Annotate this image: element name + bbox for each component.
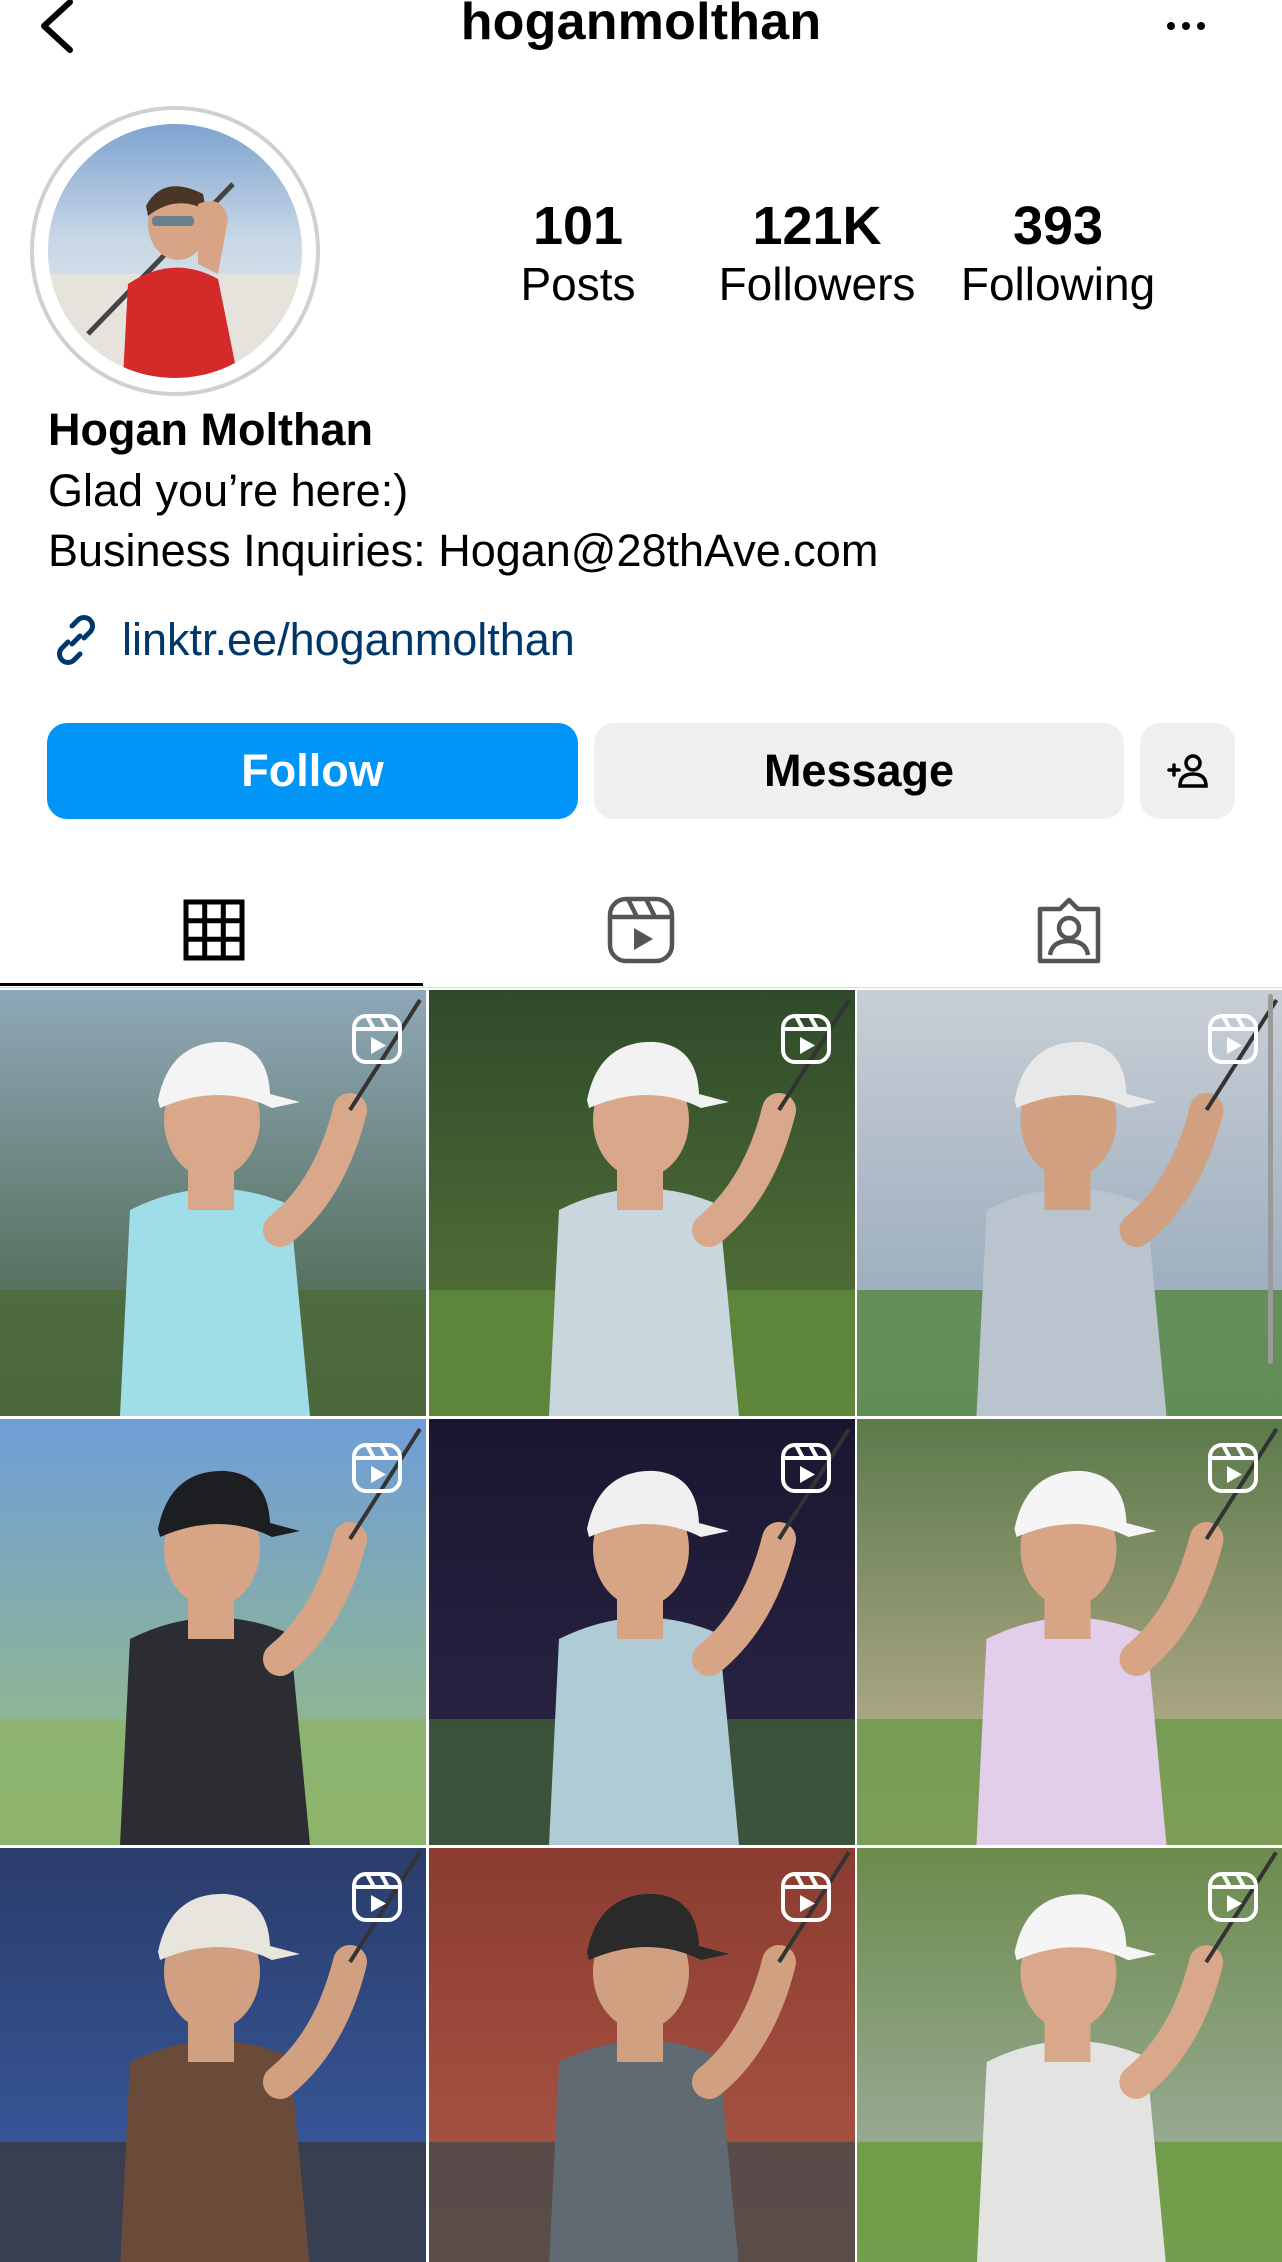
tab-divider — [0, 987, 1282, 988]
more-horizontal-icon — [1167, 22, 1175, 30]
profile-link[interactable]: linktr.ee/hoganmolthan — [48, 612, 575, 668]
grid-icon — [183, 899, 244, 961]
post-thumbnail[interactable] — [857, 1419, 1282, 1845]
reel-icon — [352, 1872, 402, 1922]
post-thumbnail[interactable] — [429, 990, 855, 1416]
bio-line: Glad you’re here:) — [48, 465, 409, 516]
reel-icon — [1208, 1872, 1258, 1922]
stat-following[interactable]: 393 Following — [938, 196, 1178, 312]
avatar[interactable] — [48, 124, 302, 378]
tab-grid[interactable] — [0, 870, 427, 990]
bio-line: Business Inquiries: Hogan@28thAve.com — [48, 525, 879, 576]
profile-name: Hogan Molthan — [48, 404, 373, 455]
stat-followers[interactable]: 121K Followers — [697, 196, 937, 312]
post-thumbnail[interactable] — [857, 1848, 1282, 2262]
reels-icon — [607, 896, 674, 964]
post-thumbnail[interactable] — [429, 1419, 855, 1845]
post-thumbnail[interactable] — [0, 990, 426, 1416]
stat-posts[interactable]: 101 Posts — [458, 196, 698, 312]
stat-posts-count: 101 — [532, 196, 624, 256]
tagged-icon — [1037, 897, 1100, 964]
profile-link-text: linktr.ee/hoganmolthan — [122, 614, 575, 665]
follow-button[interactable]: Follow — [47, 723, 578, 819]
reel-icon — [352, 1443, 402, 1493]
reel-icon — [781, 1014, 831, 1064]
tab-reels[interactable] — [427, 870, 854, 990]
stat-followers-count: 121K — [752, 196, 882, 256]
reel-icon — [781, 1872, 831, 1922]
reel-icon — [352, 1014, 402, 1064]
post-thumbnail[interactable] — [0, 1848, 426, 2262]
reel-icon — [781, 1443, 831, 1493]
profile-username: hoganmolthan — [460, 0, 822, 51]
link-icon — [57, 615, 95, 665]
stat-followers-label: Followers — [718, 258, 916, 310]
selected-tab-indicator — [0, 983, 423, 986]
message-button[interactable]: Message — [594, 723, 1124, 819]
more-options-button[interactable] — [1158, 8, 1214, 44]
suggested-users-button[interactable] — [1140, 723, 1235, 819]
post-thumbnail[interactable] — [0, 1419, 426, 1845]
post-thumbnail[interactable] — [857, 990, 1282, 1416]
stat-following-label: Following — [960, 258, 1156, 310]
post-thumbnail[interactable] — [429, 1848, 855, 2262]
stat-posts-label: Posts — [520, 258, 636, 310]
reel-icon — [1208, 1014, 1258, 1064]
reel-icon — [1208, 1443, 1258, 1493]
scrollbar[interactable] — [1268, 994, 1273, 1364]
add-user-icon — [1166, 754, 1208, 788]
stat-following-count: 393 — [1012, 196, 1104, 256]
tab-tagged[interactable] — [855, 870, 1282, 990]
